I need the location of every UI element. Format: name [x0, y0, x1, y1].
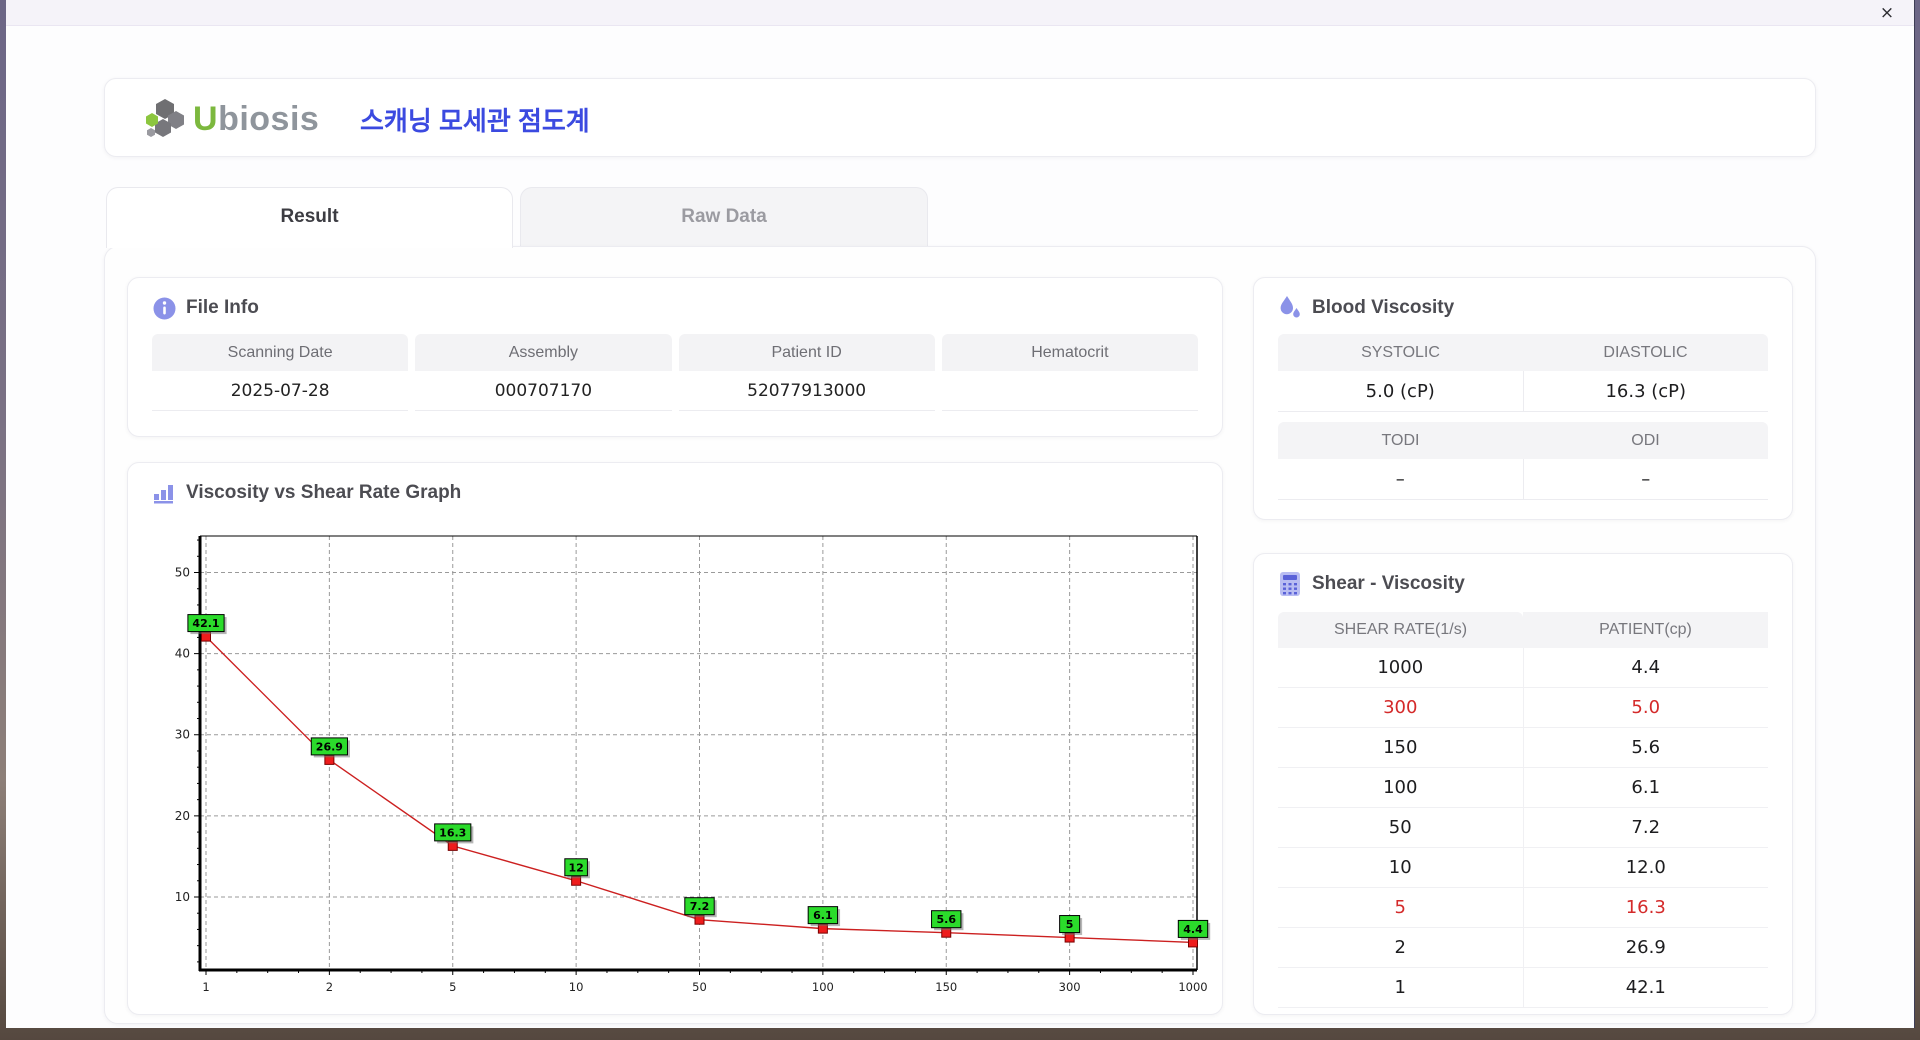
patient-cell: 42.1 [1523, 968, 1768, 1008]
field-assembly: Assembly 000707170 [415, 334, 672, 411]
header-card: Ubiosis 스캐닝 모세관 점도계 [104, 78, 1816, 157]
app-window: × Ubiosis 스캐닝 모세관 점도계 Result Raw Data Fi… [6, 0, 1915, 1028]
table-row: 1000 4.4 [1278, 648, 1768, 688]
shear-rate-cell: 150 [1278, 728, 1524, 768]
patient-cell: 6.1 [1523, 768, 1768, 808]
svg-text:10: 10 [569, 980, 584, 994]
viscosity-shear-rate-chart: 10203040501 2 5 10 50 100 150 300 100042.126.916… [175, 535, 1211, 994]
svg-text:100: 100 [812, 980, 834, 994]
shear-rate-cell: 100 [1278, 768, 1524, 808]
svg-text:40: 40 [175, 647, 190, 661]
patient-cell: 26.9 [1523, 928, 1768, 968]
table-row: 5 16.3 [1278, 888, 1768, 928]
odi-label: ODI [1523, 422, 1768, 459]
field-value: 000707170 [415, 371, 672, 411]
table-row: 100 6.1 [1278, 768, 1768, 808]
window-titlebar: × [6, 0, 1914, 26]
table-row: 2 26.9 [1278, 928, 1768, 968]
table-row: 10 12.0 [1278, 848, 1768, 888]
shear-rate-cell: 5 [1278, 888, 1524, 928]
shear-rate-cell: 300 [1278, 688, 1524, 728]
diastolic-label: DIASTOLIC [1523, 334, 1768, 371]
patient-column-header: PATIENT(cp) [1523, 612, 1768, 648]
field-patient-id: Patient ID 52077913000 [678, 334, 935, 411]
file-info-card: File Info Scanning Date 2025-07-28 Assem… [127, 277, 1223, 437]
close-icon[interactable]: × [1876, 2, 1898, 24]
file-info-title: File Info [186, 297, 259, 318]
svg-text:7.2: 7.2 [690, 900, 710, 913]
svg-text:12: 12 [568, 861, 583, 874]
patient-cell: 4.4 [1523, 648, 1768, 688]
shear-rate-cell: 10 [1278, 848, 1524, 888]
svg-text:150: 150 [935, 980, 957, 994]
svg-text:50: 50 [692, 980, 707, 994]
svg-text:50: 50 [175, 566, 190, 580]
svg-text:5: 5 [449, 980, 456, 994]
svg-text:2: 2 [326, 980, 333, 994]
table-row: 150 5.6 [1278, 728, 1768, 768]
diastolic-value: 16.3 (cP) [1523, 371, 1768, 412]
patient-cell: 5.0 [1523, 688, 1768, 728]
svg-text:10: 10 [175, 890, 190, 904]
blood-viscosity-card: Blood Viscosity SYSTOLIC DIASTOLIC 5.0 (… [1253, 277, 1793, 520]
shear-rate-cell: 50 [1278, 808, 1524, 848]
blood-drops-icon [1278, 296, 1302, 320]
logo-text: Ubiosis [193, 99, 320, 138]
svg-text:300: 300 [1059, 980, 1081, 994]
field-hematocrit: Hematocrit [941, 334, 1198, 411]
svg-text:42.1: 42.1 [192, 617, 219, 630]
svg-text:5: 5 [1066, 918, 1074, 931]
field-label: Scanning Date [152, 334, 409, 371]
viscosity-graph-card: Viscosity vs Shear Rate Graph 10 20 30 40 50… [127, 462, 1223, 1015]
table-row: 1 42.1 [1278, 968, 1768, 1008]
shear-viscosity-title: Shear - Viscosity [1312, 573, 1465, 594]
field-scanning-date: Scanning Date 2025-07-28 [152, 334, 409, 411]
field-label: Patient ID [678, 334, 935, 371]
shear-viscosity-card: Shear - Viscosity SHEAR RATE(1/s) PATIEN… [1253, 553, 1793, 1015]
patient-cell: 12.0 [1523, 848, 1768, 888]
tab-result[interactable]: Result [106, 187, 513, 248]
shear-rate-cell: 2 [1278, 928, 1524, 968]
svg-text:20: 20 [175, 809, 190, 823]
table-row: 50 7.2 [1278, 808, 1768, 848]
odi-value: – [1523, 459, 1768, 500]
field-label: Assembly [415, 334, 672, 371]
shear-rate-cell: 1 [1278, 968, 1524, 1008]
app-subtitle: 스캐닝 모세관 점도계 [360, 106, 590, 136]
table-row: 300 5.0 [1278, 688, 1768, 728]
ubiosis-logo: Ubiosis [143, 97, 319, 141]
svg-text:6.1: 6.1 [813, 909, 833, 922]
todi-value: – [1278, 459, 1524, 500]
patient-cell: 16.3 [1523, 888, 1768, 928]
info-icon [152, 296, 176, 320]
field-value: 2025-07-28 [152, 371, 409, 411]
tab-raw-data[interactable]: Raw Data [520, 187, 928, 248]
shear-rate-column-header: SHEAR RATE(1/s) [1278, 612, 1523, 648]
field-value [941, 371, 1198, 411]
svg-text:1000: 1000 [1178, 980, 1207, 994]
patient-cell: 5.6 [1523, 728, 1768, 768]
blood-viscosity-title: Blood Viscosity [1312, 297, 1455, 318]
svg-text:4.4: 4.4 [1183, 923, 1203, 936]
calculator-icon [1278, 572, 1302, 596]
svg-text:16.3: 16.3 [439, 826, 466, 839]
svg-text:26.9: 26.9 [316, 740, 343, 753]
svg-text:5.6: 5.6 [937, 913, 957, 926]
shear-rate-cell: 1000 [1278, 648, 1524, 688]
patient-cell: 7.2 [1523, 808, 1768, 848]
systolic-value: 5.0 (cP) [1278, 371, 1524, 412]
svg-text:1: 1 [202, 980, 209, 994]
svg-text:30: 30 [175, 728, 190, 742]
todi-label: TODI [1278, 422, 1523, 459]
field-label: Hematocrit [941, 334, 1198, 371]
field-value: 52077913000 [678, 371, 935, 411]
systolic-label: SYSTOLIC [1278, 334, 1523, 371]
hexagon-cluster-logo-icon [146, 99, 184, 137]
